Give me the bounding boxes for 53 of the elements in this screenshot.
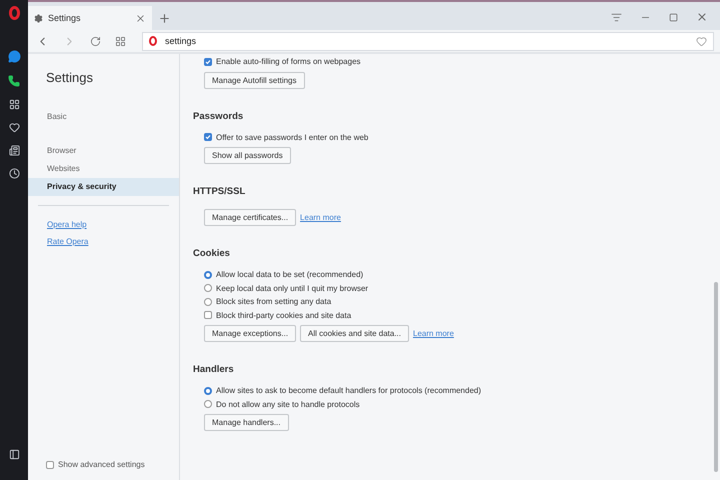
radio-button[interactable] [204,298,212,306]
grid-icon[interactable] [8,99,20,110]
reload-icon[interactable] [90,36,101,46]
settings-button[interactable]: Show all passwords [204,147,291,164]
address-field[interactable]: settings [142,32,714,50]
sidebar-toggle-icon[interactable] [8,449,20,460]
nav-item[interactable]: Basic [28,108,179,126]
radio-button[interactable] [204,284,212,292]
settings-title: Settings [45,70,94,85]
radio-option[interactable]: Allow local data to be set (recommended) [193,268,720,282]
settings-button[interactable]: Manage exceptions... [204,325,296,342]
radio-button[interactable] [204,270,212,279]
checkbox[interactable] [204,133,212,142]
checkbox-option[interactable]: Offer to save passwords I enter on the web [193,130,720,144]
checkbox[interactable] [204,311,212,320]
news-icon[interactable] [8,145,20,156]
help-link[interactable]: Opera help [28,220,179,229]
radio-option[interactable]: Block sites from setting any data [193,295,720,308]
show-advanced-checkbox[interactable]: Show advanced settings [46,460,179,469]
scrollbar-thumb[interactable] [714,282,718,472]
section-heading: Handlers [193,364,235,375]
learn-more-link[interactable]: Learn more [413,329,454,338]
section-heading: Cookies [193,248,231,259]
nav-item[interactable]: Privacy & security [28,178,179,196]
radio-option[interactable]: Do not allow any site to handle protocols [193,398,720,411]
nav-item[interactable]: Websites [28,160,179,178]
radio-option[interactable]: Keep local data only until I quit my browser [193,282,720,295]
settings-button[interactable]: Manage certificates... [204,209,296,226]
close-tab-icon[interactable] [135,12,146,24]
checkbox-option[interactable]: Block third-party cookies and site data [193,308,720,322]
section-heading: Passwords [193,110,244,122]
help-link[interactable]: Rate Opera [28,237,179,246]
heart-icon[interactable] [8,122,20,133]
checkbox[interactable] [204,58,212,66]
close-icon[interactable] [696,11,708,23]
checkbox[interactable] [46,460,54,468]
settings-button[interactable]: Manage handlers... [204,414,288,431]
grid-icon[interactable] [115,36,126,46]
learn-more-link[interactable]: Learn more [300,213,341,222]
browser-tab[interactable]: Settings [28,6,152,30]
section-heading: HTTPS/SSL [193,186,246,197]
gear-icon [34,14,43,22]
maximize-icon[interactable] [669,12,678,22]
checkbox-option[interactable]: Enable auto-filling of forms on webpages [193,55,720,68]
radio-button[interactable] [204,400,212,408]
tab-menu-icon[interactable] [611,12,622,22]
clock-icon[interactable] [8,168,20,179]
radio-button[interactable] [204,386,212,395]
radio-option[interactable]: Allow sites to ask to become default handlers for protocols (recommended) [193,384,720,398]
new-tab-icon[interactable] [158,12,171,25]
settings-button[interactable]: All cookies and site data... [300,325,409,342]
nav-item[interactable]: Browser [28,142,179,160]
settings-button[interactable]: Manage Autofill settings [204,72,304,88]
